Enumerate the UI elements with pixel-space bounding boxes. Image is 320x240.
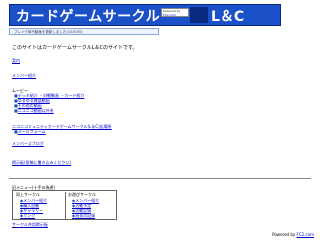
- fc2-link[interactable]: FC2.com: [297, 232, 314, 237]
- powered-prefix: Powered by: [272, 232, 296, 237]
- right-item-4[interactable]: ◆過去の記録: [66, 213, 118, 218]
- old-menu-table: 同上サークル ◆メンバー紹介 ◆購入自動 ◆ギャラリー ◆リンク お遊びサークル…: [12, 190, 117, 220]
- mail-form-link[interactable]: メールフォーム: [18, 129, 46, 134]
- movie-link[interactable]: ニコニコ動画以外系: [18, 108, 54, 113]
- banner-title: カードゲームサークル: [16, 9, 161, 25]
- events-link[interactable]: 案内: [12, 58, 20, 64]
- movie-item-4[interactable]: ■ニコニコ動画以外系: [14, 108, 54, 114]
- banner-title-tail-text: L＆C: [211, 9, 245, 25]
- members-link[interactable]: メンバー紹介: [12, 73, 36, 79]
- intro-text: このサイトはカードゲームサークルL＆Cのサイトです。: [12, 45, 138, 51]
- old-menu-left-column: 同上サークル ◆メンバー紹介 ◆購入自動 ◆ギャラリー ◆リンク: [14, 192, 66, 220]
- banner-title-tail: L＆C: [193, 5, 281, 25]
- divider: [9, 178, 311, 179]
- mail-form-item[interactable]: ■メールフォーム: [14, 129, 46, 135]
- shared-bbs-link[interactable]: サークル共用掲示板: [12, 222, 48, 228]
- old-menu-right-column: お遊びサークル ◆メンバー紹介 ◆活動予定 ◆活動記録 ◆過去の記録: [66, 192, 118, 220]
- ad-link[interactable]: FC2.com: [162, 13, 188, 17]
- powered-by: Powered by FC2.com: [272, 232, 314, 237]
- bbs-link[interactable]: 掲示板(投稿に書き込みください): [12, 160, 71, 166]
- notice-text: ブレイク時不動画を更新しました(10/5/05): [14, 30, 83, 34]
- left-item-4[interactable]: ◆リンク: [14, 213, 65, 218]
- fc2-ad-box[interactable]: Powered by FC2.com: [161, 8, 189, 17]
- member-blog-link[interactable]: メンバーズブログ: [12, 141, 44, 147]
- notice-strip[interactable]: ブレイク時不動画を更新しました(10/5/05): [9, 28, 159, 35]
- site-banner: カードゲームサークル Powered by FC2.com L＆C: [9, 4, 281, 26]
